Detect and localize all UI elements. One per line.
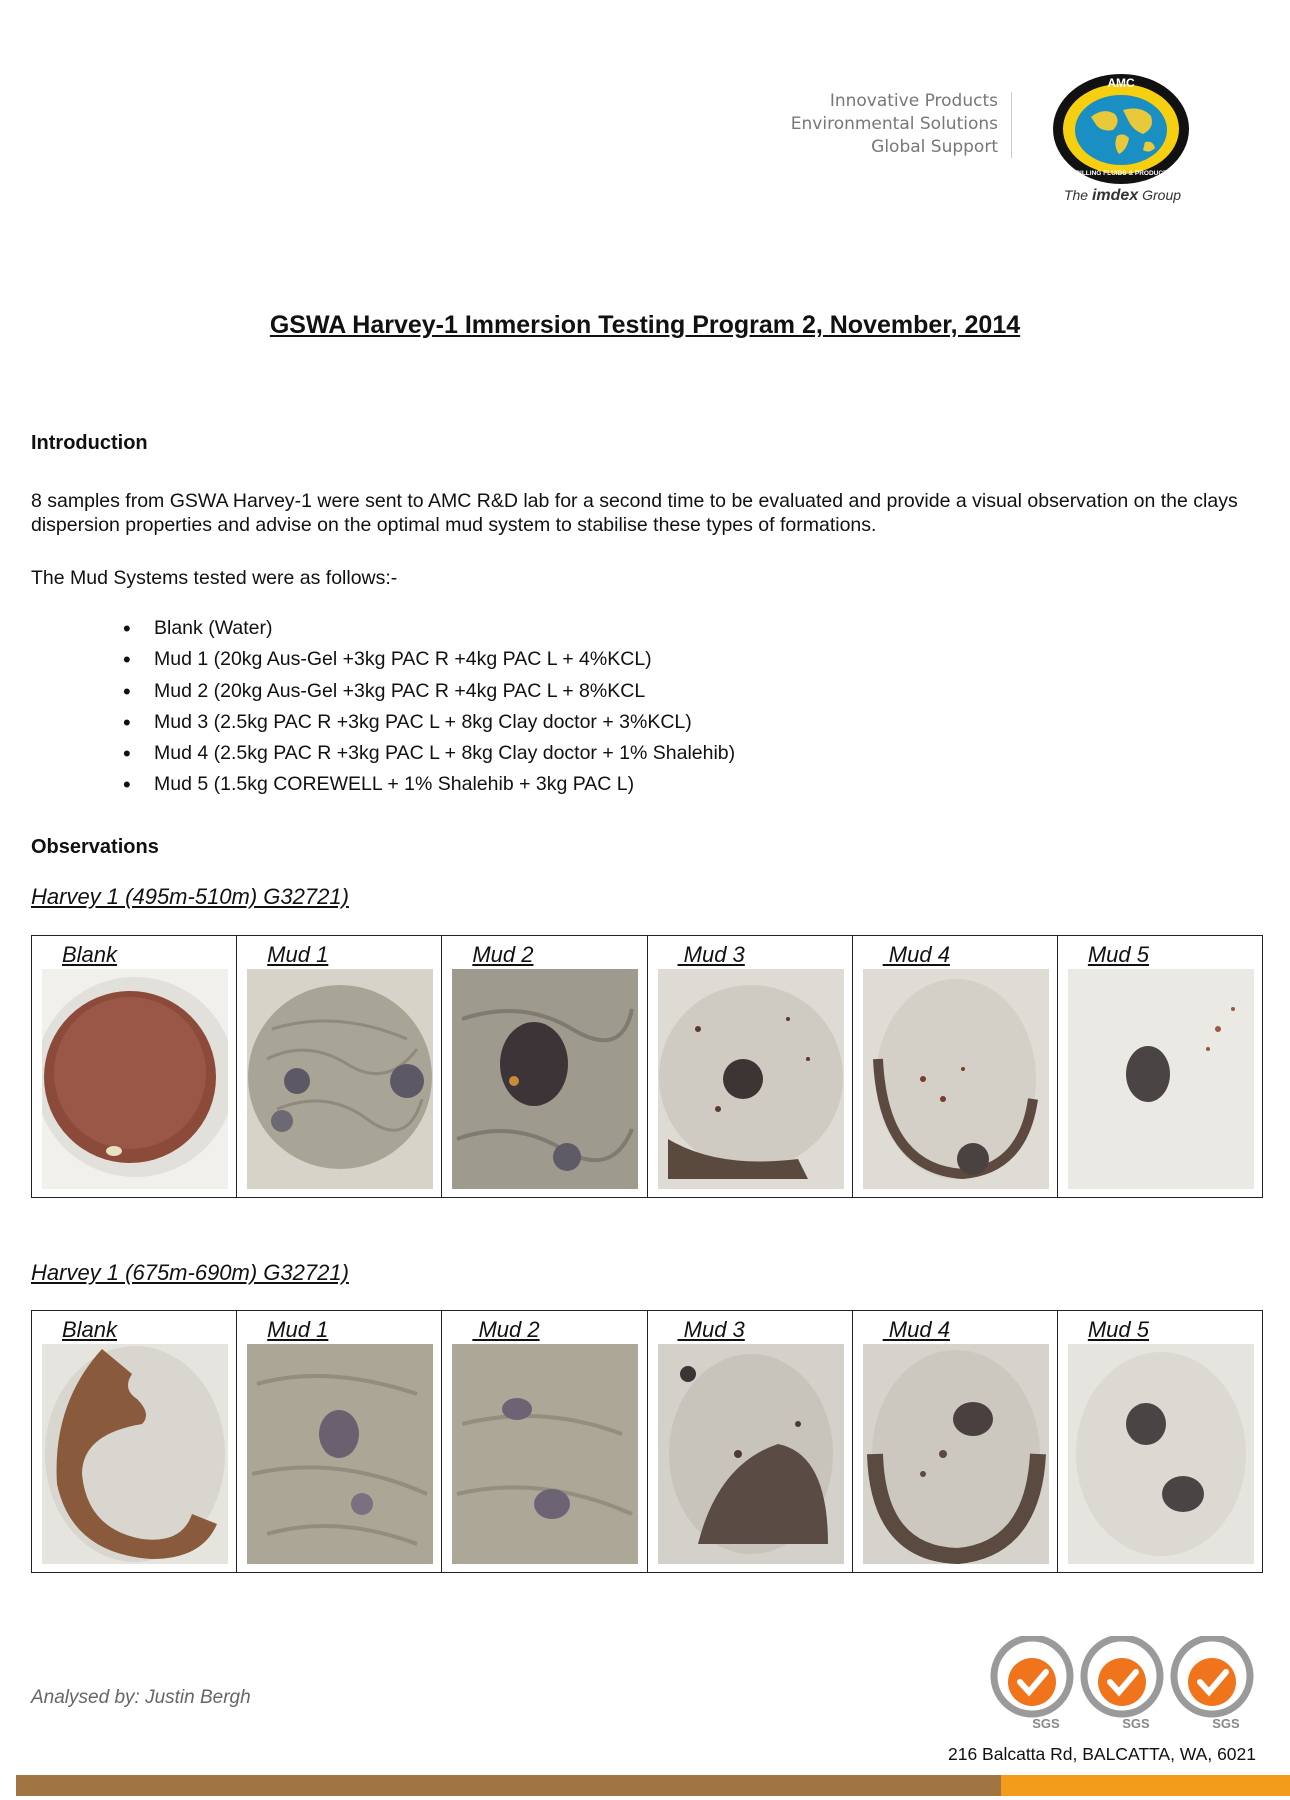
svg-text:DRILLING FLUIDS & PRODUCTS: DRILLING FLUIDS & PRODUCTS [1071,170,1172,177]
photo-cell-mud-3: Mud 3 [648,936,853,1197]
cell-label: Blank [62,942,118,967]
cell-label: Mud 1 [267,1317,329,1342]
sample-photo [42,969,228,1189]
svg-text:AMC: AMC [1107,76,1135,90]
sample-photo [1067,1344,1254,1564]
cell-label: Mud 2 [472,942,534,967]
photo-cell-mud-2: Mud 2 [442,1311,648,1572]
cell-label: Mud 5 [1087,1317,1150,1342]
photo-cell-blank: Blank [32,936,238,1197]
cell-label: Mud 4 [882,1317,950,1342]
photo-cell-mud-5: Mud 5 [1058,936,1262,1197]
company-address: 216 Balcatta Rd, BALCATTA, WA, 6021 [947,1744,1256,1764]
sample-photo [42,1344,228,1564]
cell-label: Mud 3 [677,942,745,967]
group-suffix: Group [1142,187,1182,203]
sgs-label: SGS [1032,1716,1060,1731]
list-item: Mud 2 (20kg Aus-Gel +3kg PAC R +4kg PAC … [123,676,735,708]
sgs-label: SGS [1212,1716,1240,1731]
observations-heading: Observations [31,836,159,858]
sample-photo [452,969,639,1189]
analysed-by: Analysed by: Justin Bergh [31,1687,251,1708]
cell-label: Mud 4 [882,942,950,967]
company-tagline: Innovative Products Environmental Soluti… [791,90,998,159]
sample-photo [657,969,844,1189]
photo-table: Blank Mud 1 Mud 2 Mud 3 Mud 4 Mud 5 [31,935,1263,1198]
photo-cell-mud-4: Mud 4 [853,936,1058,1197]
sample-photo [247,1344,434,1564]
cell-label: Mud 1 [267,942,329,967]
cell-label: Mud 3 [677,1317,745,1342]
list-item: Mud 5 (1.5kg COREWELL + 1% Shalehib + 3k… [123,769,735,801]
tagline-line: Global Support [871,137,998,157]
footer-bar-orange [1001,1775,1290,1796]
sample-photo [452,1344,639,1564]
list-item: Mud 1 (20kg Aus-Gel +3kg PAC R +4kg PAC … [123,644,735,676]
sample-title: Harvey 1 (675m-690m) G32721) [31,1260,349,1285]
tagline-line: Environmental Solutions [790,114,998,134]
group-brand: imdex [1091,187,1139,204]
sample-photo [657,1344,844,1564]
sample-title: Harvey 1 (495m-510m) G32721) [31,884,349,909]
mud-systems-lead: The Mud Systems tested were as follows:- [31,567,398,589]
photo-cell-mud-2: Mud 2 [442,936,648,1197]
sgs-label: SGS [1122,1716,1150,1731]
photo-cell-mud-1: Mud 1 [237,936,443,1197]
mud-systems-list: Blank (Water) Mud 1 (20kg Aus-Gel +3kg P… [123,613,735,801]
introduction-paragraph: 8 samples from GSWA Harvey-1 were sent t… [31,490,1238,536]
sample-photo [1067,969,1254,1189]
photo-table: Blank Mud 1 Mud 2 Mud 3 Mud 4 Mud 5 [31,1310,1263,1573]
sample-photo [247,969,434,1189]
sample-photo [862,1344,1049,1564]
cell-label: Mud 5 [1087,942,1150,967]
tagline-line: Innovative Products [829,91,998,111]
amc-logo: AMC DRILLING FLUIDS & PRODUCTS [1053,74,1189,184]
list-item: Mud 3 (2.5kg PAC R +3kg PAC L + 8kg Clay… [123,707,735,739]
photo-cell-mud-4: Mud 4 [853,1311,1058,1572]
cell-label: Mud 2 [472,1317,540,1342]
photo-cell-mud-1: Mud 1 [237,1311,443,1572]
sample-photo [862,969,1049,1189]
photo-cell-blank: Blank [32,1311,238,1572]
introduction-heading: Introduction [31,432,148,454]
cell-label: Blank [62,1317,118,1342]
sgs-certification-seals: SGS SGS SGS [990,1636,1254,1731]
document-title: GSWA Harvey-1 Immersion Testing Program … [269,311,1021,339]
list-item: Mud 4 (2.5kg PAC R +3kg PAC L + 8kg Clay… [123,738,735,770]
group-prefix: The [1063,187,1089,203]
list-item: Blank (Water) [123,613,735,645]
header-divider [1011,92,1012,158]
photo-cell-mud-5: Mud 5 [1058,1311,1262,1572]
imdex-group-mark: The imdex Group [1060,187,1185,205]
photo-cell-mud-3: Mud 3 [648,1311,853,1572]
footer-bar-brown [16,1775,1001,1796]
